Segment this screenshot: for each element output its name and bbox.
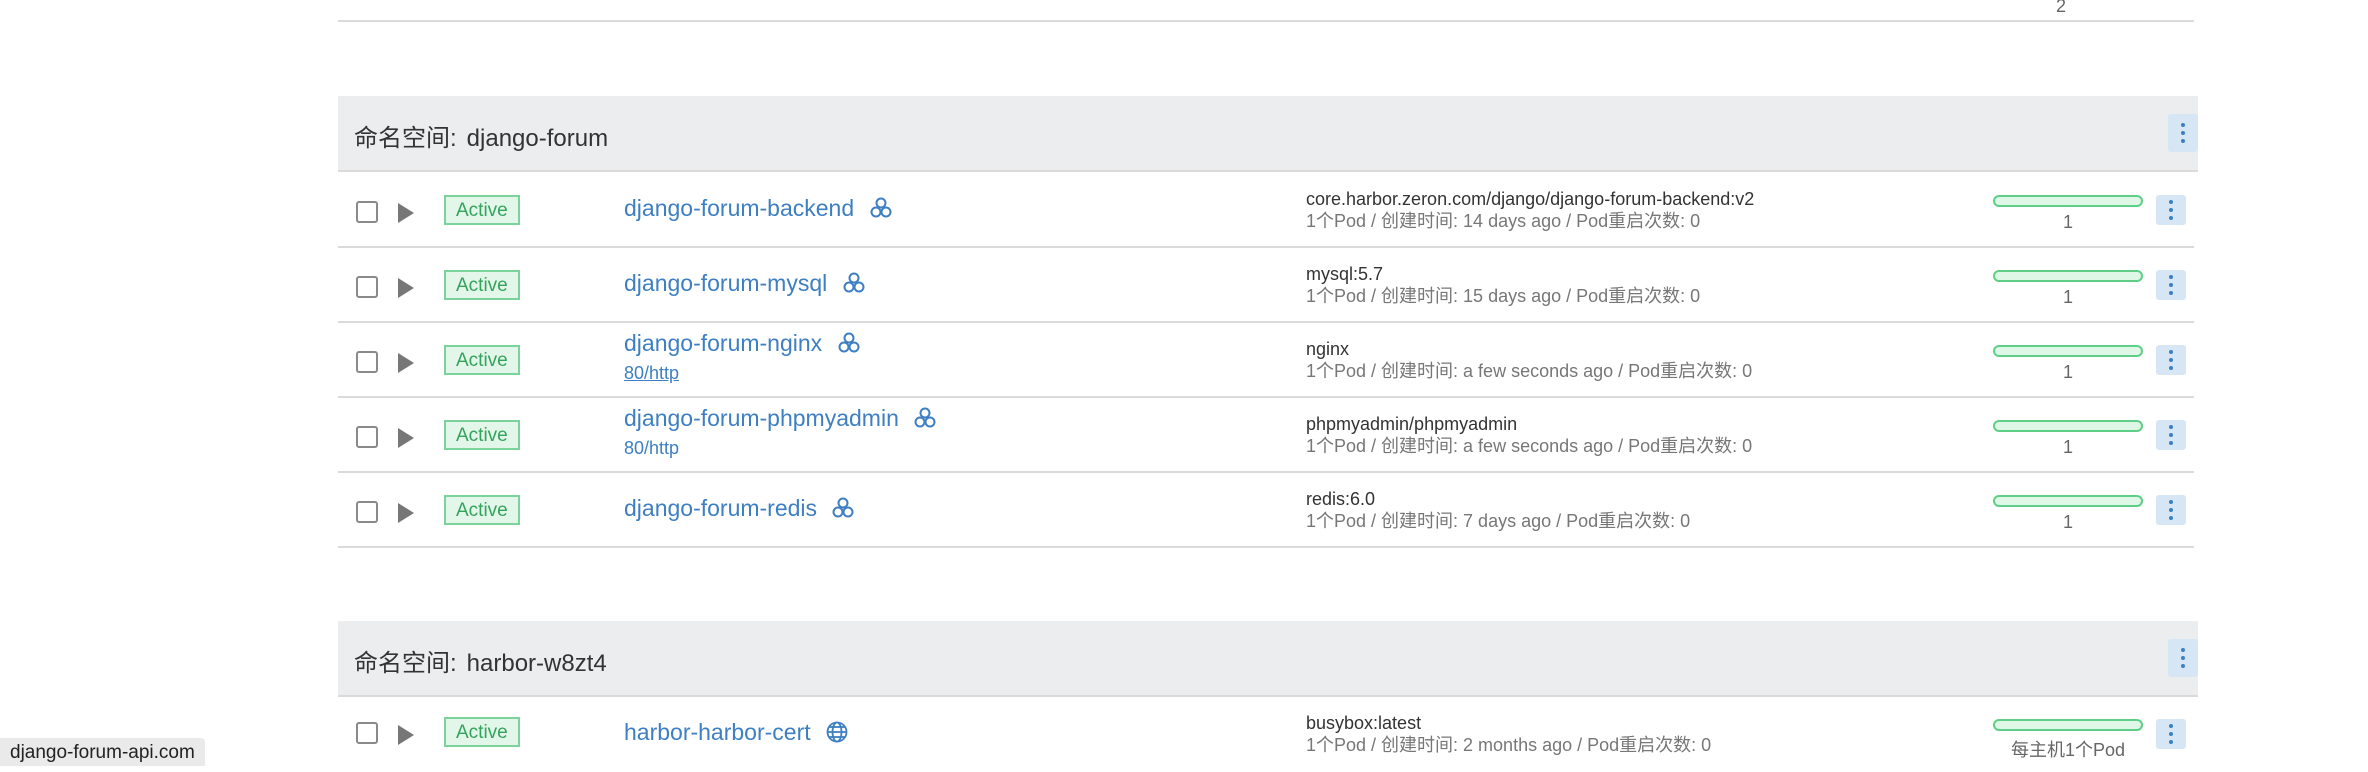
table-row[interactable]: Active django-forum-mysql mysql:5.7 1个Po… xyxy=(338,248,2194,323)
namespace-label: 命名空间: xyxy=(354,125,457,152)
row-checkbox[interactable] xyxy=(356,722,378,744)
expand-icon[interactable] xyxy=(398,428,414,448)
workload-meta: 1个Pod / 创建时间: 2 months ago / Pod重启次数: 0 xyxy=(1306,735,1712,755)
namespace-title: 命名空间: harbor-w8zt4 xyxy=(354,643,607,678)
globe-icon xyxy=(825,720,849,750)
kebab-icon xyxy=(2169,200,2173,220)
workload-meta: 1个Pod / 创建时间: 14 days ago / Pod重启次数: 0 xyxy=(1306,211,1701,231)
namespace-name: harbor-w8zt4 xyxy=(466,650,607,677)
row-actions-button[interactable] xyxy=(2156,420,2186,450)
previous-row-scale: 2 xyxy=(2056,0,2067,16)
status-badge: Active xyxy=(444,270,520,300)
namespace-actions-button[interactable] xyxy=(2168,639,2198,677)
table-row[interactable]: Active django-forum-nginx 80/http nginx … xyxy=(338,323,2194,398)
kebab-icon xyxy=(2169,425,2173,445)
kebab-icon xyxy=(2169,500,2173,520)
row-checkbox[interactable] xyxy=(356,351,378,373)
status-badge: Active xyxy=(444,345,520,375)
namespace-title: 命名空间: django-forum xyxy=(354,118,608,153)
deployment-icon xyxy=(869,196,893,226)
workload-name-link[interactable]: django-forum-redis xyxy=(624,495,855,526)
table-row[interactable]: Active django-forum-phpmyadmin 80/http p… xyxy=(338,398,2194,473)
browser-status-url: django-forum-api.com xyxy=(0,738,205,766)
row-actions-button[interactable] xyxy=(2156,270,2186,300)
deployment-icon xyxy=(831,496,855,526)
workload-name-link[interactable]: django-forum-mysql xyxy=(624,270,866,301)
scale-count: 每主机1个Pod xyxy=(2010,740,2126,760)
deployment-icon xyxy=(837,331,861,361)
workload-name-link[interactable]: django-forum-nginx xyxy=(624,330,861,361)
endpoint-link[interactable]: 80/http xyxy=(624,438,679,459)
deployment-icon xyxy=(913,406,937,436)
table-row[interactable]: Active django-forum-backend core.harbor.… xyxy=(338,173,2194,248)
namespace-header-django-forum: 命名空间: django-forum xyxy=(338,96,2198,172)
scale-bar xyxy=(1993,420,2143,432)
namespace-name: django-forum xyxy=(466,125,609,152)
workload-name[interactable]: django-forum-nginx xyxy=(624,330,822,356)
kebab-icon xyxy=(2169,350,2173,370)
namespace-header-harbor: 命名空间: harbor-w8zt4 xyxy=(338,621,2198,697)
row-actions-button[interactable] xyxy=(2156,495,2186,525)
expand-icon[interactable] xyxy=(398,203,414,223)
workload-name-link[interactable]: django-forum-phpmyadmin xyxy=(624,405,937,436)
expand-icon[interactable] xyxy=(398,725,414,745)
table-row[interactable]: Active django-forum-redis redis:6.0 1个Po… xyxy=(338,473,2194,548)
workload-meta: 1个Pod / 创建时间: 7 days ago / Pod重启次数: 0 xyxy=(1306,511,1691,531)
namespace-actions-button[interactable] xyxy=(2168,114,2198,152)
scale-bar xyxy=(1993,719,2143,731)
previous-row-divider xyxy=(338,20,2194,22)
scale-count: 1 xyxy=(2062,362,2073,382)
kebab-icon xyxy=(2169,275,2173,295)
workload-name[interactable]: django-forum-phpmyadmin xyxy=(624,405,899,431)
status-badge: Active xyxy=(444,195,520,225)
row-actions-button[interactable] xyxy=(2156,345,2186,375)
scale-count: 1 xyxy=(2062,437,2073,457)
kebab-icon xyxy=(2181,648,2185,668)
row-actions-button[interactable] xyxy=(2156,195,2186,225)
status-badge: Active xyxy=(444,717,520,747)
row-checkbox[interactable] xyxy=(356,426,378,448)
workload-name-link[interactable]: django-forum-backend xyxy=(624,195,893,226)
workload-name[interactable]: harbor-harbor-cert xyxy=(624,719,811,745)
table-row[interactable]: Active harbor-harbor-cert busybox:latest… xyxy=(338,697,2194,772)
row-checkbox[interactable] xyxy=(356,276,378,298)
status-badge: Active xyxy=(444,495,520,525)
expand-icon[interactable] xyxy=(398,353,414,373)
workload-meta: 1个Pod / 创建时间: a few seconds ago / Pod重启次… xyxy=(1306,436,1753,456)
namespace-label: 命名空间: xyxy=(354,650,457,677)
scale-count: 1 xyxy=(2062,212,2073,232)
scale-count: 1 xyxy=(2062,512,2073,532)
expand-icon[interactable] xyxy=(398,278,414,298)
scale-count: 1 xyxy=(2062,287,2073,307)
workload-meta: 1个Pod / 创建时间: 15 days ago / Pod重启次数: 0 xyxy=(1306,286,1701,306)
workload-name[interactable]: django-forum-redis xyxy=(624,495,817,521)
row-checkbox[interactable] xyxy=(356,201,378,223)
workload-name[interactable]: django-forum-mysql xyxy=(624,270,827,296)
kebab-icon xyxy=(2169,724,2173,744)
endpoint-link[interactable]: 80/http xyxy=(624,363,679,384)
scale-bar xyxy=(1993,270,2143,282)
scale-bar xyxy=(1993,345,2143,357)
scale-bar xyxy=(1993,495,2143,507)
kebab-icon xyxy=(2181,123,2185,143)
row-actions-button[interactable] xyxy=(2156,719,2186,749)
workload-meta: 1个Pod / 创建时间: a few seconds ago / Pod重启次… xyxy=(1306,361,1753,381)
workload-name[interactable]: django-forum-backend xyxy=(624,195,854,221)
workload-name-link[interactable]: harbor-harbor-cert xyxy=(624,719,849,750)
expand-icon[interactable] xyxy=(398,503,414,523)
deployment-icon xyxy=(842,271,866,301)
row-checkbox[interactable] xyxy=(356,501,378,523)
status-badge: Active xyxy=(444,420,520,450)
scale-bar xyxy=(1993,195,2143,207)
